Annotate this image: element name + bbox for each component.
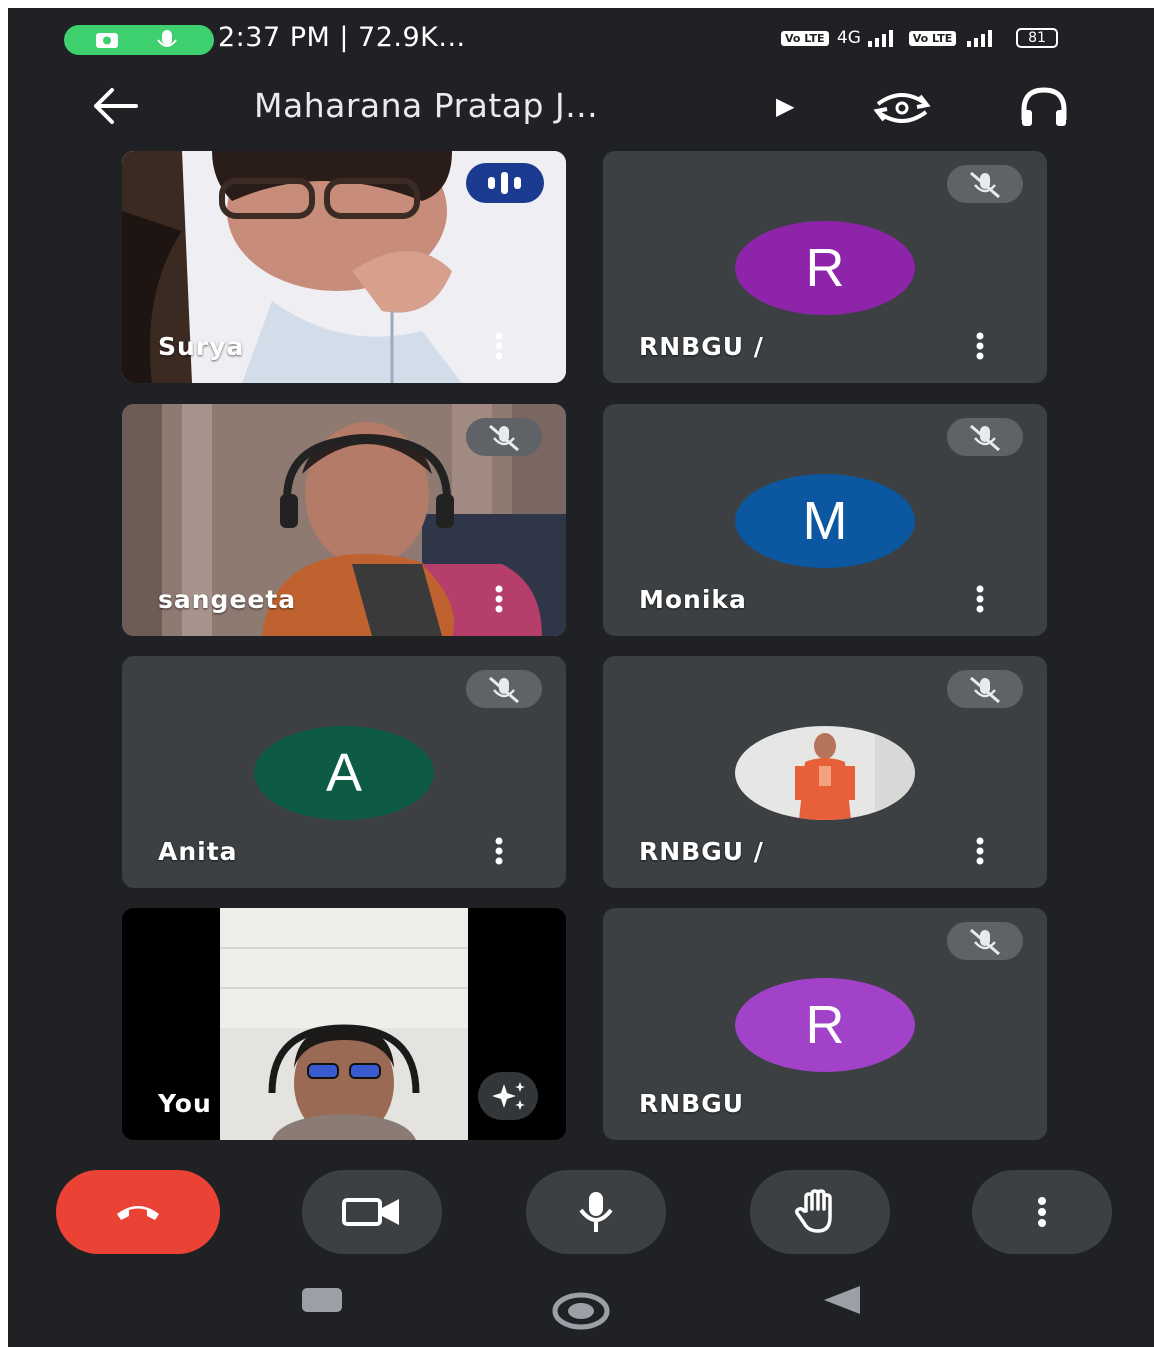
- status-indicators: Vo LTE 4G Vo LTE 81: [778, 28, 1058, 48]
- battery-level: 81: [1016, 28, 1058, 48]
- headphones-icon[interactable]: [1014, 86, 1074, 130]
- meeting-title[interactable]: Maharana Pratap J...: [254, 86, 598, 125]
- speaking-indicator-icon: [466, 163, 544, 203]
- hand-icon: [795, 1189, 832, 1233]
- profile-photo: [735, 726, 915, 820]
- switch-camera-icon[interactable]: [870, 86, 934, 130]
- more-vert-icon: [1038, 1197, 1046, 1227]
- participant-tile-sangeeta[interactable]: sangeeta: [122, 404, 566, 636]
- participant-name: Monika: [639, 585, 747, 614]
- participant-tile-rnbgu-3[interactable]: R RNBGU: [603, 908, 1047, 1140]
- more-vert-icon[interactable]: [492, 584, 506, 614]
- recording-indicator: [64, 25, 214, 55]
- raise-hand-button[interactable]: [750, 1170, 890, 1254]
- signal-icon-2: [966, 30, 992, 47]
- status-bar: 2:37 PM | 72.9K... Vo LTE 4G Vo LTE 81: [8, 8, 1154, 68]
- more-vert-icon[interactable]: [973, 836, 987, 866]
- mic-off-icon: [947, 922, 1023, 960]
- participant-name: Anita: [158, 837, 238, 866]
- mic-off-icon: [947, 670, 1023, 708]
- end-call-button[interactable]: [56, 1170, 220, 1254]
- mic-off-icon: [466, 418, 542, 456]
- participant-tile-monika[interactable]: M Monika: [603, 404, 1047, 636]
- volte-badge-2: Vo LTE: [908, 30, 957, 46]
- microphone-icon: [579, 1192, 613, 1232]
- mic-off-icon: [947, 165, 1023, 203]
- mic-off-icon: [466, 670, 542, 708]
- play-arrow-icon[interactable]: ▶: [776, 92, 794, 120]
- sparkle-icon[interactable]: [478, 1072, 538, 1120]
- avatar: R: [735, 221, 915, 315]
- network-type: 4G: [836, 28, 861, 48]
- more-vert-icon[interactable]: [973, 584, 987, 614]
- avatar: R: [735, 978, 915, 1072]
- camera-toggle-button[interactable]: [302, 1170, 442, 1254]
- participant-tile-anita[interactable]: A Anita: [122, 656, 566, 888]
- more-options-button[interactable]: [972, 1170, 1112, 1254]
- volte-badge-1: Vo LTE: [781, 30, 829, 46]
- participant-tile-rnbgu-1[interactable]: R RNBGU /: [603, 151, 1047, 383]
- recents-square-icon[interactable]: [300, 1284, 344, 1318]
- participant-name: Surya: [158, 332, 245, 361]
- phone-hangup-icon: [117, 1206, 159, 1220]
- camera-mic-icon: [96, 30, 177, 48]
- participant-tile-self[interactable]: You: [122, 908, 566, 1140]
- participant-name: RNBGU /: [639, 332, 764, 361]
- participant-name: RNBGU: [639, 1089, 745, 1118]
- avatar: A: [254, 726, 434, 820]
- phone-screen: 2:37 PM | 72.9K... Vo LTE 4G Vo LTE 81 M…: [8, 8, 1154, 1347]
- more-vert-icon[interactable]: [973, 331, 987, 361]
- status-time: 2:37 PM | 72.9K...: [218, 22, 466, 53]
- home-circle-icon[interactable]: [550, 1292, 612, 1334]
- mic-off-icon: [947, 418, 1023, 456]
- video-camera-icon: [342, 1198, 399, 1226]
- participant-name: You: [158, 1089, 212, 1118]
- participant-tile-rnbgu-2[interactable]: RNBGU /: [603, 656, 1047, 888]
- back-triangle-icon[interactable]: [820, 1284, 864, 1320]
- more-vert-icon[interactable]: [492, 331, 506, 361]
- signal-icon: [868, 30, 894, 47]
- participant-tile-surya[interactable]: Surya: [122, 151, 566, 383]
- avatar: M: [735, 474, 915, 568]
- more-vert-icon[interactable]: [492, 836, 506, 866]
- microphone-button[interactable]: [526, 1170, 666, 1254]
- back-arrow-icon[interactable]: [88, 86, 142, 126]
- participant-name: sangeeta: [158, 585, 297, 614]
- participant-name: RNBGU /: [639, 837, 764, 866]
